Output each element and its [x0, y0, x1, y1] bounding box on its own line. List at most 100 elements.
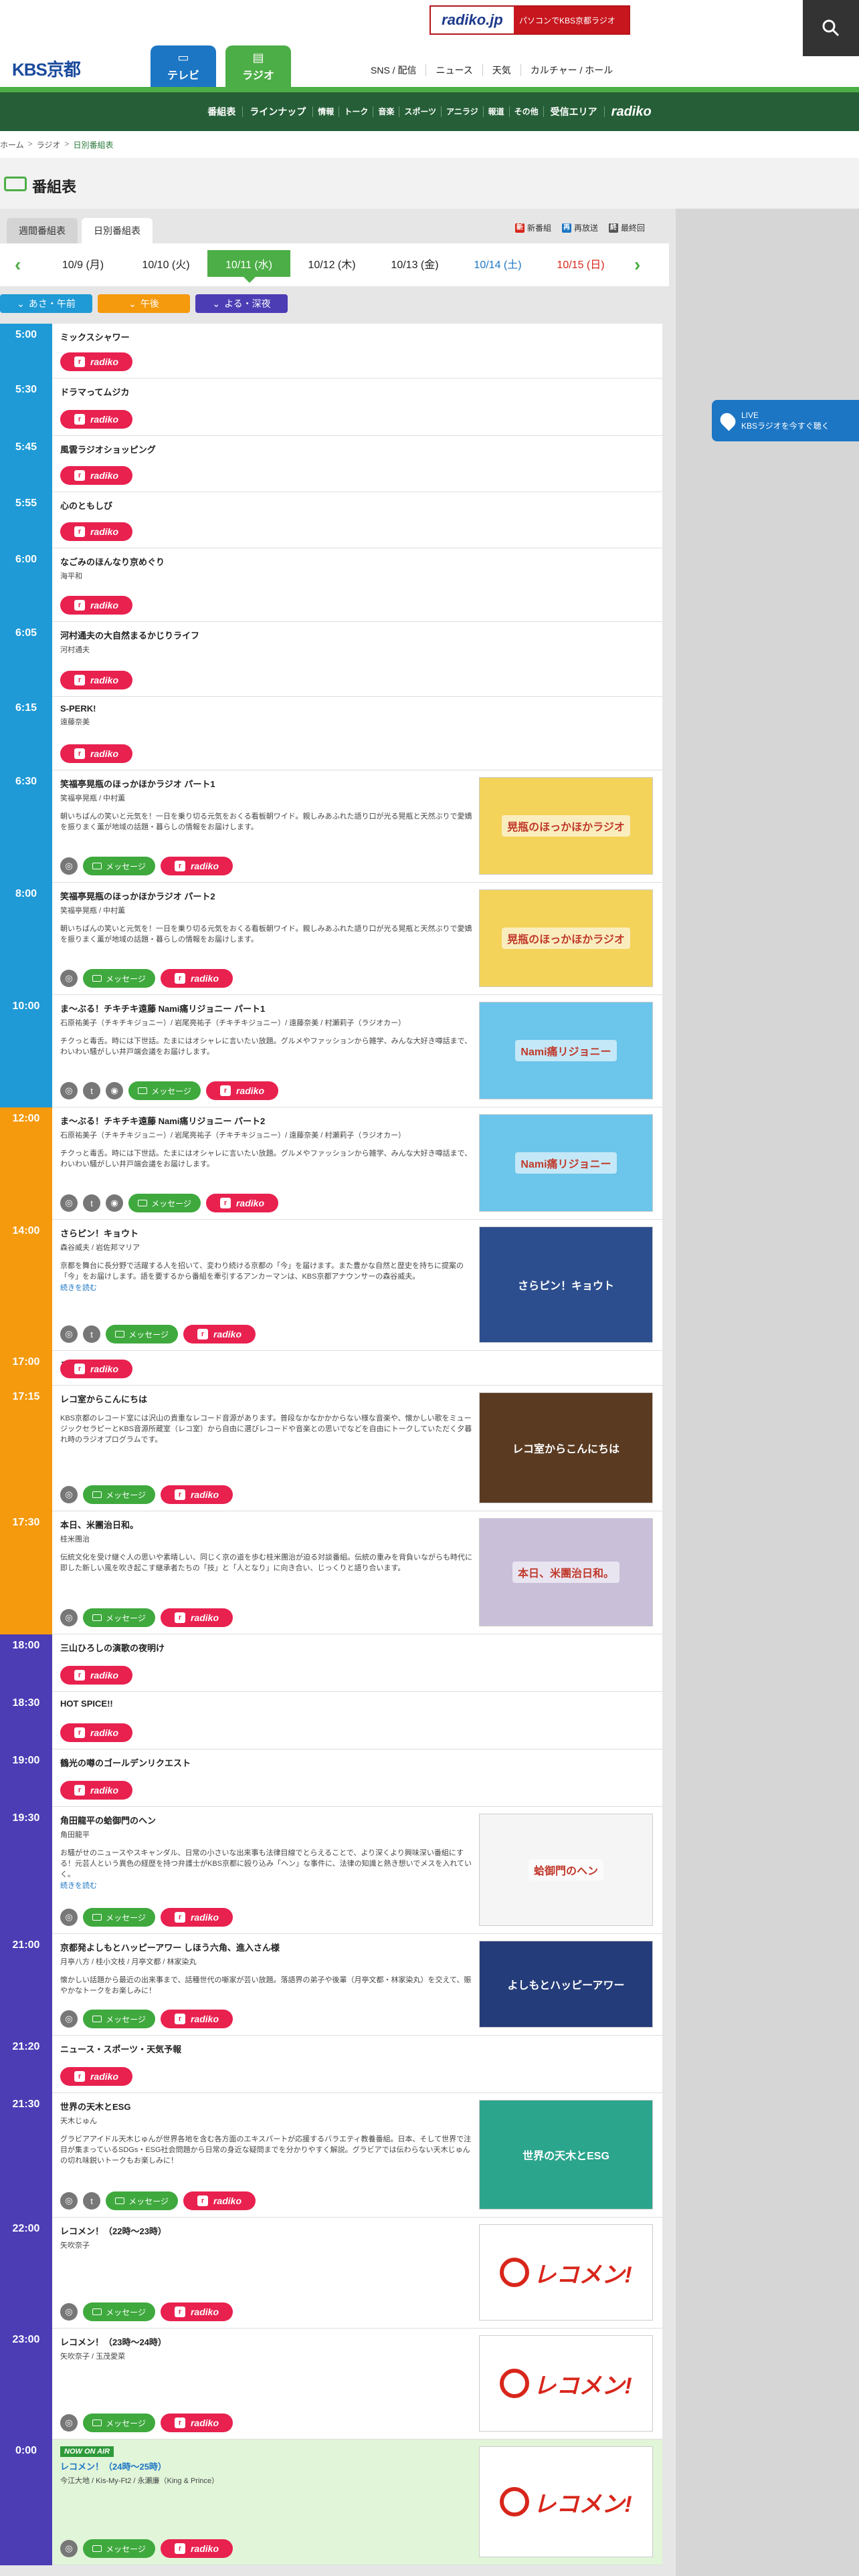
date-item[interactable]: 10/9 (月) — [41, 250, 124, 277]
web-icon[interactable]: ◎ — [60, 1609, 78, 1626]
message-button[interactable]: メッセージ — [83, 2413, 155, 2432]
web-icon[interactable]: ◎ — [60, 2540, 78, 2557]
program-thumbnail[interactable]: 世界の天木とESG — [479, 2100, 653, 2210]
program-title[interactable]: 河村通夫の大自然まるかじりライフ — [60, 629, 654, 641]
gnav-other[interactable]: その他 — [508, 106, 543, 117]
top-nav-weather[interactable]: 天気 — [482, 64, 520, 76]
radiko-button[interactable]: r radiko — [161, 1608, 233, 1627]
web-icon[interactable]: ◎ — [60, 2010, 78, 2028]
message-button[interactable]: メッセージ — [83, 1485, 155, 1504]
radiko-button[interactable]: r radiko — [60, 744, 132, 763]
radiko-button[interactable]: r radiko — [206, 1081, 278, 1100]
radiko-button[interactable]: r radiko — [183, 1325, 256, 1344]
radiko-button[interactable]: r radiko — [161, 2413, 233, 2432]
radiko-button[interactable]: r radiko — [60, 522, 132, 541]
radiko-button[interactable]: r radiko — [161, 1485, 233, 1504]
program-thumbnail[interactable]: さらピン！キョウト — [479, 1226, 653, 1343]
gnav-radiko[interactable]: radiko — [603, 105, 658, 118]
web-icon[interactable]: ◎ — [60, 2192, 78, 2210]
radiko-button[interactable]: r radiko — [60, 671, 132, 689]
radiko-button[interactable]: r radiko — [161, 857, 233, 875]
date-item[interactable]: 10/14 (土) — [456, 250, 539, 277]
radiko-button[interactable]: r radiko — [60, 1723, 132, 1742]
program-title[interactable]: ドラマってムジカ — [60, 385, 654, 398]
web-icon[interactable]: ◎ — [60, 1486, 78, 1503]
instagram-icon[interactable]: ◉ — [106, 1194, 123, 1212]
radiko-banner[interactable]: radiko.jp パソコンでKBS京都ラジオ — [430, 5, 630, 35]
radiko-button[interactable]: r radiko — [161, 969, 233, 988]
radiko-button[interactable]: r radiko — [60, 2067, 132, 2086]
date-item[interactable]: 10/12 (木) — [290, 250, 373, 277]
gnav-talk[interactable]: トーク — [339, 106, 373, 117]
date-item[interactable]: 10/11 (水) — [207, 250, 290, 283]
gnav-music[interactable]: 音楽 — [373, 106, 399, 117]
web-icon[interactable]: ◎ — [60, 1325, 78, 1343]
radiko-button[interactable]: r radiko — [206, 1194, 278, 1212]
search-button[interactable] — [803, 0, 859, 56]
radiko-button[interactable]: r radiko — [60, 1781, 132, 1800]
radiko-button[interactable]: r radiko — [60, 466, 132, 485]
radiko-button[interactable]: r radiko — [60, 410, 132, 429]
message-button[interactable]: メッセージ — [106, 2191, 178, 2210]
program-thumbnail[interactable]: Nami痛リジョニー — [479, 1002, 653, 1099]
program-title[interactable]: ニュース・スポーツ・天気予報 — [60, 2042, 654, 2055]
tab-daily[interactable]: 日別番組表 — [82, 218, 153, 243]
program-thumbnail[interactable]: レコ室からこんにちは — [479, 1392, 653, 1503]
radiko-button[interactable]: r radiko — [161, 2010, 233, 2028]
tz-afternoon[interactable]: ⌄ 午後 — [98, 294, 190, 313]
radiko-button[interactable]: r radiko — [183, 2191, 256, 2210]
message-button[interactable]: メッセージ — [128, 1194, 201, 1212]
radiko-button[interactable]: r radiko — [60, 352, 132, 371]
twitter-icon[interactable]: t — [83, 2192, 100, 2210]
prev-date-arrow-icon[interactable]: ‹ — [15, 254, 21, 276]
web-icon[interactable]: ◎ — [60, 970, 78, 987]
gnav-report[interactable]: 報道 — [482, 106, 509, 117]
crumb-home[interactable]: ホーム — [0, 139, 24, 150]
web-icon[interactable]: ◎ — [60, 1909, 78, 1926]
message-button[interactable]: メッセージ — [83, 2539, 155, 2558]
message-button[interactable]: メッセージ — [106, 1325, 178, 1344]
web-icon[interactable]: ◎ — [60, 857, 78, 875]
message-button[interactable]: メッセージ — [83, 2302, 155, 2321]
program-thumbnail[interactable]: レコメン! — [479, 2224, 653, 2321]
program-title[interactable]: ニュースパレード — [60, 1358, 654, 1370]
gnav-info[interactable]: 情報 — [312, 106, 339, 117]
web-icon[interactable]: ◎ — [60, 2303, 78, 2321]
tab-radio[interactable]: ▤ ラジオ — [225, 45, 291, 87]
radiko-button[interactable]: r radiko — [60, 596, 132, 615]
message-button[interactable]: メッセージ — [83, 1908, 155, 1927]
web-icon[interactable]: ◎ — [60, 1194, 78, 1212]
program-title[interactable]: 風雲ラジオショッピング — [60, 443, 654, 455]
message-button[interactable]: メッセージ — [83, 2010, 155, 2028]
program-thumbnail[interactable]: レコメン! — [479, 2446, 653, 2557]
twitter-icon[interactable]: t — [83, 1082, 100, 1099]
date-item[interactable]: 10/10 (火) — [124, 250, 207, 277]
crumb-radio[interactable]: ラジオ — [37, 139, 61, 150]
radiko-button[interactable]: r radiko — [161, 2302, 233, 2321]
date-item[interactable]: 10/15 (日) — [539, 250, 622, 277]
message-button[interactable]: メッセージ — [83, 969, 155, 988]
gnav-lineup[interactable]: ラインナップ — [242, 106, 312, 117]
program-thumbnail[interactable]: 晃瓶のほっかほかラジオ — [479, 889, 653, 987]
twitter-icon[interactable]: t — [83, 1194, 100, 1212]
program-title[interactable]: 三山ひろしの演歌の夜明け — [60, 1641, 654, 1654]
web-icon[interactable]: ◎ — [60, 1082, 78, 1099]
program-thumbnail[interactable]: Nami痛リジョニー — [479, 1114, 653, 1212]
date-item[interactable]: 10/13 (金) — [373, 250, 456, 277]
next-date-arrow-icon[interactable]: › — [634, 254, 640, 276]
radiko-button[interactable]: r radiko — [161, 1908, 233, 1927]
program-title[interactable]: なごみのほんなり京めぐり — [60, 555, 654, 568]
message-button[interactable]: メッセージ — [128, 1081, 201, 1100]
twitter-icon[interactable]: t — [83, 1325, 100, 1343]
program-title[interactable]: ミックスシャワー — [60, 330, 654, 343]
tab-tv[interactable]: ▭ テレビ — [151, 45, 216, 87]
program-thumbnail[interactable]: 晃瓶のほっかほかラジオ — [479, 777, 653, 875]
top-nav-sns[interactable]: SNS / 配信 — [361, 64, 425, 76]
program-thumbnail[interactable]: レコメン! — [479, 2335, 653, 2432]
radiko-button[interactable]: r radiko — [161, 2539, 233, 2558]
tab-weekly[interactable]: 週間番組表 — [7, 218, 78, 243]
radiko-button[interactable]: r radiko — [60, 1360, 132, 1378]
site-logo[interactable]: KBS京都 — [12, 56, 81, 81]
gnav-schedule[interactable]: 番組表 — [201, 106, 242, 117]
program-title[interactable]: S-PERK! — [60, 704, 654, 714]
